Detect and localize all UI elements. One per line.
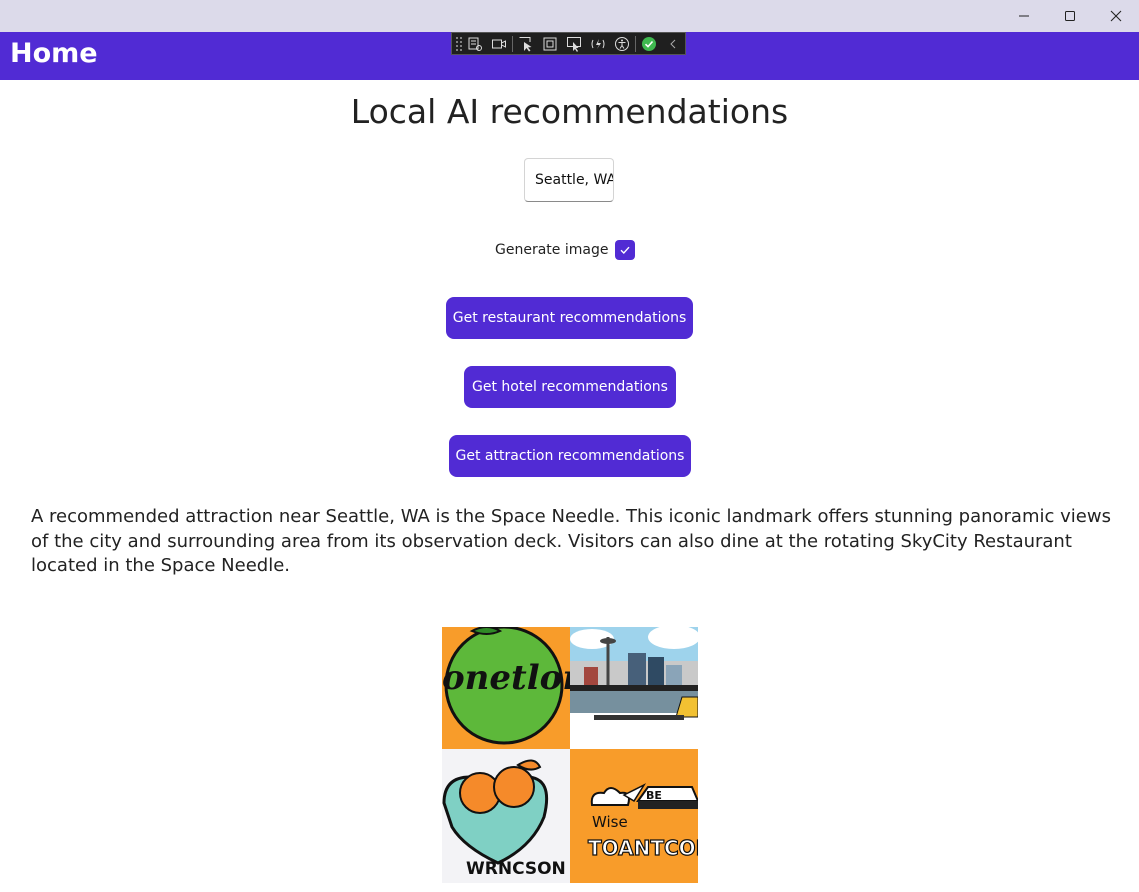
display-adorners-icon [543, 37, 557, 50]
hot-reload-button[interactable] [586, 33, 610, 54]
status-check-button[interactable] [637, 33, 661, 54]
generate-image-label: Generate image [495, 242, 609, 258]
tile-text: BE [646, 789, 662, 802]
select-element-icon [519, 36, 532, 51]
tile-text: WRNCSON [466, 859, 566, 879]
close-button[interactable] [1093, 0, 1139, 32]
page-title: Local AI recommendations [350, 92, 789, 131]
generate-image-checkbox[interactable] [615, 240, 636, 260]
toolbar-separator [512, 35, 513, 52]
video-icon [492, 39, 506, 48]
accessibility-icon [615, 36, 629, 51]
page-nav-title: Home [10, 38, 98, 69]
xaml-debug-toolbar [451, 32, 686, 55]
tile-text: Wise [592, 813, 628, 831]
toolbar-separator [635, 35, 636, 52]
minimize-button[interactable] [1001, 0, 1047, 32]
attraction-recommendations-button[interactable]: Get attraction recommendations [449, 435, 691, 477]
maximize-button[interactable] [1047, 0, 1093, 32]
track-focus-icon [567, 36, 581, 52]
live-visual-tree-icon [468, 37, 482, 51]
track-focus-button[interactable] [562, 33, 586, 54]
select-element-button[interactable] [514, 33, 538, 54]
collapse-toolbar-button[interactable] [661, 33, 685, 54]
window-title-bar [0, 0, 1139, 32]
hotel-recommendations-button[interactable]: Get hotel recommendations [464, 366, 676, 408]
restaurant-recommendations-button[interactable]: Get restaurant recommendations [446, 297, 693, 339]
generated-image-collage: onetlone WRNCSON BE Wise TOANTCON [442, 627, 698, 883]
minimize-icon [1019, 15, 1029, 17]
generated-image: onetlone WRNCSON BE Wise TOANTCON [442, 627, 698, 883]
toolbar-grip[interactable] [455, 36, 463, 51]
generate-image-row: Generate image [495, 238, 636, 262]
collapse-icon [670, 39, 676, 48]
checkmark-icon [620, 246, 630, 255]
close-icon [1110, 10, 1122, 22]
check-icon [642, 36, 656, 51]
maximize-icon [1065, 11, 1075, 21]
display-adorners-button[interactable] [538, 33, 562, 54]
record-button[interactable] [487, 33, 511, 54]
city-entry[interactable] [524, 158, 614, 202]
recommendation-text: A recommended attraction near Seattle, W… [31, 506, 1111, 576]
accessibility-button[interactable] [610, 33, 634, 54]
tile-text: TOANTCON [588, 836, 698, 860]
hot-reload-icon [591, 38, 605, 49]
live-visual-tree-button[interactable] [463, 33, 487, 54]
